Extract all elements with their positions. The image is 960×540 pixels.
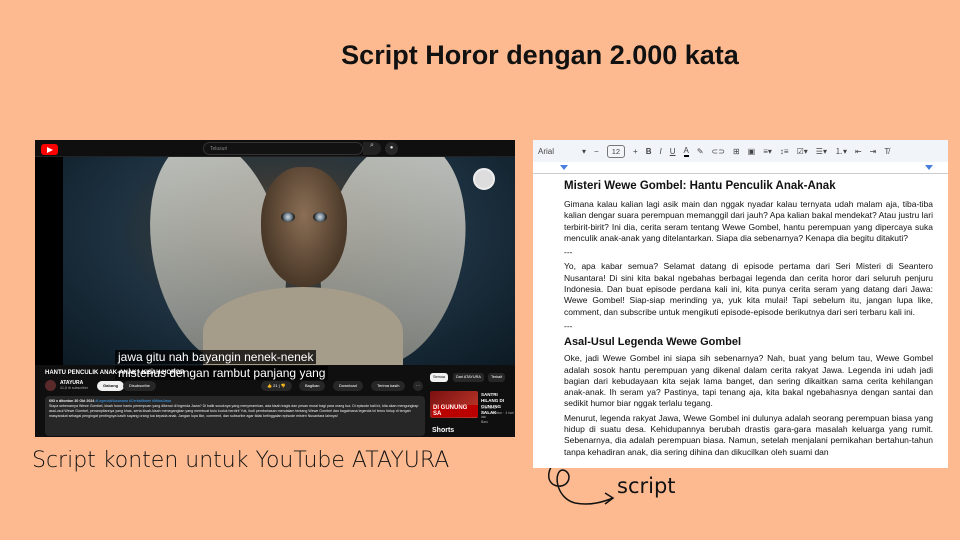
search-icon[interactable]: ⌕ [363,142,381,155]
image-icon[interactable]: ▣ [748,147,756,156]
doc-heading: Misteri Wewe Gombel: Hantu Penculik Anak… [564,180,836,192]
bold-icon[interactable]: B [646,147,652,156]
font-size-input[interactable]: 12 [606,144,626,158]
checklist-icon[interactable]: ☑▾ [797,147,808,156]
doc-toolbar: Arial ▾ − 12 + B I U A ✎ ⊂⊃ ⊞ ▣ ≡▾ ↕≡ ☑▾… [533,140,948,162]
clear-formatting-icon[interactable]: T̸ [884,147,889,156]
document-screenshot: Arial ▾ − 12 + B I U A ✎ ⊂⊃ ⊞ ▣ ≡▾ ↕≡ ☑▾… [533,140,948,468]
indent-decrease-icon[interactable]: ⇤ [855,147,862,156]
page-title: Script Horor dengan 2.000 kata [341,40,739,70]
indent-increase-icon[interactable]: ⇥ [870,147,877,156]
channel-avatar[interactable] [45,380,56,391]
thanks-button[interactable]: Terima kasih [371,381,406,391]
increase-font-icon[interactable]: + [633,147,638,156]
script-label: script [617,474,676,498]
youtube-logo-icon[interactable] [41,144,58,155]
search-input[interactable]: Telusuri [203,142,363,155]
video-player[interactable]: jawa gitu nah bayangin nenek-nenek miste… [35,157,515,380]
video-description[interactable]: 693 x ditonton 30 Okt 2024 #LegendaNusan… [45,396,425,436]
recommended-thumbnail[interactable]: DI GUNUNG SA [430,391,478,418]
underline-icon[interactable]: U [670,147,676,156]
microphone-icon[interactable]: ● [385,142,398,155]
video-title: HANTU PENCULIK ANAK-ANAK - KISAH HOROR [45,370,185,376]
video-frame [63,157,515,365]
comment-icon[interactable]: ⊞ [733,147,740,156]
recommended-meta: ATAYURA 234 x ditonton · 4 hari lalu Baru [481,406,514,424]
more-button[interactable]: ··· [413,381,423,391]
ghost-face [261,167,347,287]
youtube-caption: Script konten untuk YouTube ATAYURA [32,448,450,473]
doc-paragraph: Menurut, legenda rakyat Jawa, Wewe Gombe… [564,412,933,457]
youtube-topbar: Telusuri ⌕ ● [35,140,515,157]
chip-all[interactable]: Semua [430,373,449,382]
chip-from-channel[interactable]: Dari ATAYURA [453,373,484,382]
share-button[interactable]: Bagikan [299,381,326,391]
like-button[interactable]: 👍 21 | 👎 [261,381,292,391]
download-button[interactable]: Download [333,381,363,391]
doc-subheading: Asal-Usul Legenda Wewe Gombel [564,336,742,349]
subscriber-count: 41,8 rb subscriber [60,386,89,390]
doc-paragraph: Oke, jadi Wewe Gombel ini siapa sih sebe… [564,353,933,409]
link-icon[interactable]: ⊂⊃ [712,147,725,156]
youtube-screenshot: Telusuri ⌕ ● jawa gitu nah bayangin nene… [35,140,515,437]
text-color-icon[interactable]: A [683,146,689,157]
doc-paragraph: Gimana kalau kalian lagi asik main dan n… [564,199,933,243]
bullet-list-icon[interactable]: ☰▾ [816,147,827,156]
line-spacing-icon[interactable]: ↕≡ [780,147,789,156]
doc-separator: --- [564,247,573,258]
video-info: HANTU PENCULIK ANAK-ANAK - KISAH HOROR A… [35,365,515,437]
decrease-font-icon[interactable]: − [594,147,599,156]
document-body[interactable]: Misteri Wewe Gombel: Hantu Penculik Anak… [533,174,948,465]
chip-related[interactable]: Terkait [488,373,506,382]
right-indent-marker[interactable] [925,165,933,170]
italic-icon[interactable]: I [659,147,661,156]
join-button[interactable]: Gabung [97,381,125,391]
font-select[interactable]: Arial [538,147,574,156]
highlight-icon[interactable]: ✎ [697,147,704,156]
subscribe-button[interactable]: Disubscribe [123,381,156,391]
numbered-list-icon[interactable]: ⒈▾ [835,146,847,157]
align-icon[interactable]: ≡▾ [763,147,772,156]
doc-separator: --- [564,320,573,331]
shorts-heading: Shorts [432,427,455,434]
chevron-down-icon[interactable]: ▾ [582,147,586,156]
account-avatar[interactable] [473,168,495,190]
doc-paragraph: Yo, apa kabar semua? Selamat datang di e… [564,261,933,317]
left-indent-marker[interactable] [560,165,568,170]
ruler[interactable] [533,162,948,174]
